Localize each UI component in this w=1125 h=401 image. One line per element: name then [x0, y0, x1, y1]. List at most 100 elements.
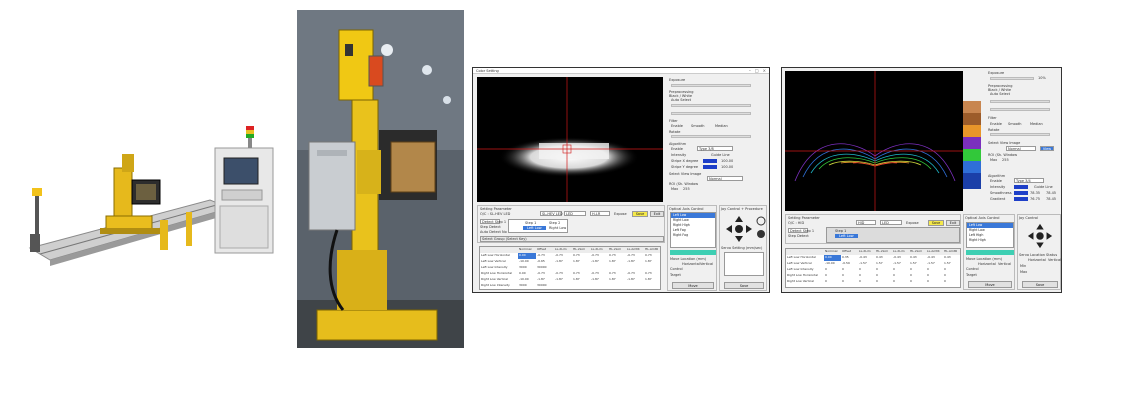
axis-list-item[interactable]: Right Fog	[671, 233, 715, 238]
step-detect-checkbox[interactable]: Step Detect	[788, 234, 809, 238]
algorithm-type-select[interactable]: Type 3/8	[697, 146, 733, 151]
arrow-down-icon[interactable]	[735, 236, 743, 242]
arrow-left-icon[interactable]	[1027, 232, 1034, 240]
axis-list-item[interactable]: Right High	[967, 238, 1013, 243]
move-button[interactable]: Move	[968, 281, 1012, 288]
detect-step-select[interactable]: Detect Step 1	[788, 228, 814, 233]
algorithm-type-value: Type 3/4	[1016, 179, 1031, 183]
rotate-slider[interactable]	[671, 135, 751, 138]
joy-control-group: Joy Control + Procedure Servo Setting (m…	[719, 205, 767, 291]
median-radio[interactable]: Median	[1030, 122, 1043, 126]
axis-item-list[interactable]: Left Low Right Low Left High Right High	[966, 222, 1014, 248]
arrow-up-icon[interactable]	[1036, 223, 1044, 230]
maximize-icon[interactable]: □	[755, 68, 759, 73]
table-cell: 0	[825, 279, 827, 283]
exposure-slider[interactable]	[671, 84, 751, 87]
rotate-cw-icon[interactable]	[756, 216, 766, 226]
guide-line-checkbox[interactable]: Guide Line	[711, 153, 730, 157]
machine-rail-image	[28, 126, 274, 266]
table-row[interactable]: Right Low Vertical 0 0 0 0 0 0 0 0	[786, 279, 960, 285]
arrow-right-icon[interactable]	[1046, 232, 1053, 240]
view-mode-select[interactable]: Normal	[707, 176, 743, 181]
color-scale	[963, 71, 985, 211]
stripe-y-bar	[703, 165, 717, 169]
arrow-down-icon[interactable]	[1036, 242, 1044, 249]
joy-save-button[interactable]: Save	[724, 282, 764, 289]
type-select[interactable]: LED	[564, 211, 586, 216]
table-cell: 3000	[519, 283, 527, 287]
lamp-select[interactable]: SL-HEV LED	[540, 211, 563, 216]
save-button[interactable]: Save	[928, 220, 944, 226]
servo-input[interactable]	[724, 252, 764, 276]
view-button[interactable]: View	[1040, 146, 1054, 151]
stripe-x-label: Stripe X degree	[671, 159, 699, 163]
step-list[interactable]: Step 1 Left Low	[826, 227, 960, 243]
exit-button[interactable]: Exit	[946, 220, 960, 226]
smooth-radio[interactable]: Smooth	[691, 124, 705, 128]
algorithm-type-select[interactable]: Type 3/4	[1014, 178, 1044, 183]
smooth-radio[interactable]: Smooth	[1008, 122, 1022, 126]
threshold-slider-2[interactable]	[671, 112, 751, 115]
servo-vertical-label: Vertical	[1048, 258, 1062, 262]
arrow-left-icon[interactable]	[726, 225, 732, 233]
list-left-low[interactable]: Left Low	[835, 234, 858, 238]
table-cell	[626, 283, 644, 289]
list-left-low[interactable]: Left Low	[523, 226, 546, 230]
table-row[interactable]: Right Low Intensity 3000 30000	[480, 283, 660, 289]
threshold-slider[interactable]	[671, 104, 751, 107]
detect-step-select[interactable]: Detect Step 1	[480, 219, 506, 224]
gradient-bar	[1014, 197, 1028, 201]
auto-detect-checkbox[interactable]: Auto Detect No	[480, 230, 507, 234]
auto-select-checkbox[interactable]: Auto Select	[990, 92, 1010, 96]
exit-button[interactable]: Exit	[650, 211, 664, 217]
minimize-icon[interactable]: –	[749, 68, 751, 73]
view-mode-select[interactable]: Normal	[1006, 146, 1036, 151]
algorithm-label: Algorithm	[988, 174, 1006, 178]
select-view-label: Select View Image	[988, 141, 1021, 145]
step-detect-checkbox[interactable]: Step Detect	[480, 225, 501, 229]
expose-checkbox[interactable]: Expose	[614, 212, 627, 216]
mode-select[interactable]: H-LR	[590, 211, 610, 216]
filter-enable-checkbox[interactable]: Enable	[671, 124, 683, 128]
table-cell	[590, 283, 608, 289]
joy-control-label: Joy Control + Procedure	[721, 207, 763, 211]
arrow-right-icon[interactable]	[746, 225, 752, 233]
type-select[interactable]: LED	[880, 220, 902, 225]
stripe-x-bar	[703, 159, 717, 163]
software-window-1: Color Setting – □ × Exposure Preprocessi…	[472, 67, 770, 293]
control-label: Control	[966, 267, 979, 271]
algorithm-enable-checkbox[interactable]: Enable	[990, 179, 1002, 183]
dpad-center-icon[interactable]	[1036, 232, 1044, 240]
filter-enable-checkbox[interactable]: Enable	[990, 122, 1002, 126]
lamp-select[interactable]: HID	[856, 220, 876, 225]
rotate-ccw-icon[interactable]	[757, 230, 765, 238]
dpad-center-icon[interactable]	[735, 225, 743, 233]
save-button[interactable]: Save	[632, 211, 648, 217]
list-step-2[interactable]: Step 2	[549, 221, 560, 225]
threshold-slider-2[interactable]	[990, 108, 1050, 111]
parameter-table-2: Nominal Offset LL.2Lim HL.2Lim LL.2Lim HL.2Li…	[785, 248, 961, 288]
step-list[interactable]: Step 1 Left Low Step 2 Right Low	[508, 219, 568, 233]
guide-line-checkbox[interactable]: Guide Line	[1034, 185, 1053, 189]
rotate-controls[interactable]	[756, 216, 766, 240]
joy-save-button[interactable]: Save	[1022, 281, 1058, 288]
list-right-low[interactable]: Right Low	[549, 226, 566, 230]
list-step-1[interactable]: Step 1	[835, 229, 846, 233]
algorithm-enable-checkbox[interactable]: Enable	[671, 147, 683, 151]
rotate-slider[interactable]	[990, 133, 1050, 136]
servo-horizontal-label: Horizontal	[1028, 258, 1046, 262]
close-icon[interactable]: ×	[763, 68, 766, 73]
threshold-slider[interactable]	[990, 100, 1050, 103]
median-radio[interactable]: Median	[715, 124, 728, 128]
joy-dpad[interactable]	[724, 214, 754, 244]
move-button[interactable]: Move	[672, 282, 714, 289]
type-value: LED	[566, 212, 573, 216]
list-step-1[interactable]: Step 1	[525, 221, 536, 225]
exposure-slider[interactable]	[990, 77, 1034, 80]
auto-select-checkbox[interactable]: Auto Select	[671, 98, 691, 102]
joy-dpad[interactable]	[1026, 222, 1054, 250]
table-cell: 0	[944, 279, 946, 283]
expose-checkbox[interactable]: Expose	[906, 221, 919, 225]
arrow-up-icon[interactable]	[735, 216, 743, 222]
axis-item-list[interactable]: Left Low Right Low Right High Left Fog Right…	[670, 212, 716, 248]
